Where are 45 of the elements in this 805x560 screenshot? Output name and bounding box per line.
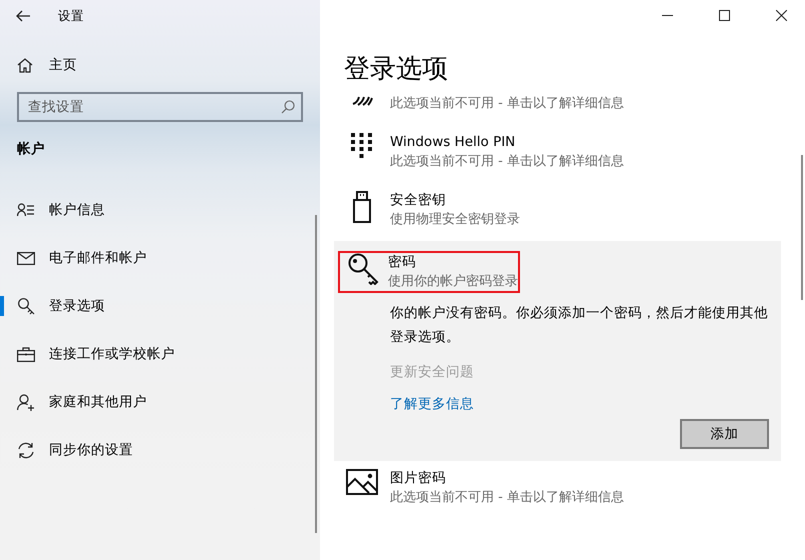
nav-item[interactable]: 电子邮件和帐户: [49, 249, 147, 267]
option-description: 此选项当前不可用 - 单击以了解详细信息: [390, 153, 624, 171]
option-description: 此选项当前不可用 - 单击以了解详细信息: [390, 489, 624, 507]
link[interactable]: 了解更多信息: [390, 395, 474, 413]
close-icon[interactable]: [776, 10, 787, 21]
sync-icon: [17, 442, 35, 458]
nav-item[interactable]: 同步你的设置: [49, 441, 133, 459]
key-icon: [18, 298, 34, 314]
option-description: 此选项当前不可用 - 单击以了解详细信息: [390, 95, 624, 113]
info-text: 你的帐户没有密码。你必须添加一个密码，然后才能使用其他登录选项。: [390, 304, 769, 347]
add-user-icon: [17, 394, 35, 410]
search-icon: [281, 100, 295, 114]
usb-key-icon: [352, 191, 372, 223]
option-row[interactable]: 此选项当前不可用 - 单击以了解详细信息: [334, 86, 781, 125]
scrollbar[interactable]: [801, 155, 803, 300]
option-row[interactable]: 图片密码 此选项当前不可用 - 单击以了解详细信息: [334, 461, 781, 519]
section-heading: 帐户: [17, 140, 46, 158]
option-description: 使用物理安全密钥登录: [390, 211, 520, 229]
nav-item[interactable]: 登录选项: [49, 297, 105, 315]
option-row[interactable]: Windows Hello PIN 此选项当前不可用 - 单击以了解详细信息: [334, 125, 781, 183]
scrollbar[interactable]: [315, 215, 317, 533]
add-button[interactable]: 添加: [680, 419, 769, 449]
option-title: 图片密码: [390, 469, 447, 488]
option-title: Windows Hello PIN: [390, 133, 516, 152]
back-icon[interactable]: [16, 10, 30, 22]
home-icon[interactable]: [17, 58, 33, 72]
picture-icon: [346, 469, 378, 495]
fingerprint-icon: [351, 96, 373, 106]
key-icon: [348, 253, 380, 285]
briefcase-icon: [17, 346, 35, 362]
nav-item[interactable]: 家庭和其他用户: [49, 393, 147, 411]
search-field[interactable]: 查找设置: [17, 92, 303, 122]
option-title: 安全密钥: [390, 191, 447, 210]
option-row[interactable]: 安全密钥 使用物理安全密钥登录: [334, 183, 781, 241]
option-title: 密码: [388, 253, 417, 272]
home-link[interactable]: 主页: [49, 56, 77, 74]
nav-item[interactable]: 连接工作或学校帐户: [49, 345, 175, 363]
keypad-icon: [351, 133, 373, 159]
window-title: 设置: [58, 8, 84, 24]
maximize-icon[interactable]: [719, 10, 730, 21]
account-icon: [17, 203, 35, 217]
option-description: 使用你的帐户密码登录: [388, 273, 518, 291]
page-title: 登录选项: [344, 53, 449, 86]
nav-item[interactable]: 帐户信息: [49, 201, 105, 219]
mail-icon: [17, 252, 35, 264]
